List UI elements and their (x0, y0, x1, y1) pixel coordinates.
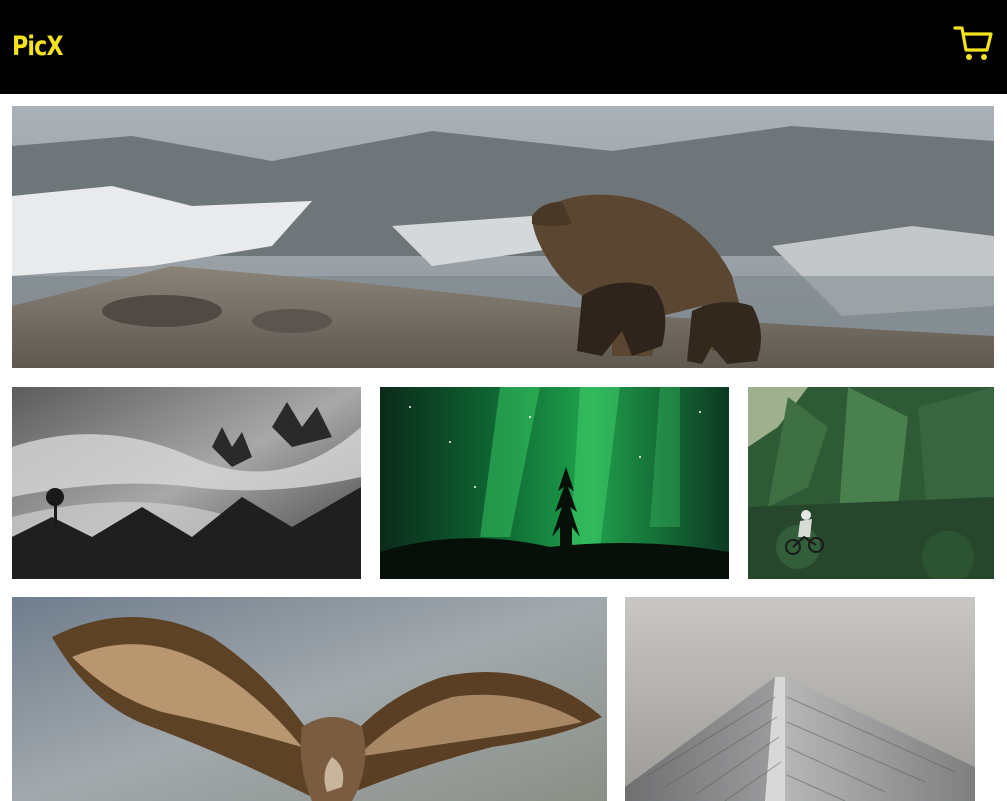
photo-card-bear[interactable] (12, 106, 994, 368)
photo-card-misty-forest[interactable] (12, 387, 361, 579)
top-navbar: PicX (0, 0, 1007, 94)
photo-card-skyscraper[interactable] (625, 597, 975, 801)
northern-lights-photo (380, 387, 729, 579)
misty-forest-photo (12, 387, 361, 579)
photo-card-biker[interactable] (748, 387, 994, 579)
brand-logo[interactable]: PicX (12, 29, 64, 65)
skyscraper-looking-up-photo (625, 597, 975, 801)
mountain-biker-in-forest-photo (748, 387, 994, 579)
photo-card-vulture[interactable] (12, 597, 607, 801)
photo-card-aurora[interactable] (380, 387, 729, 579)
grizzly-bear-with-cubs-photo (12, 106, 994, 368)
shopping-cart-icon[interactable] (953, 24, 995, 64)
vulture-in-flight-photo (12, 597, 607, 801)
